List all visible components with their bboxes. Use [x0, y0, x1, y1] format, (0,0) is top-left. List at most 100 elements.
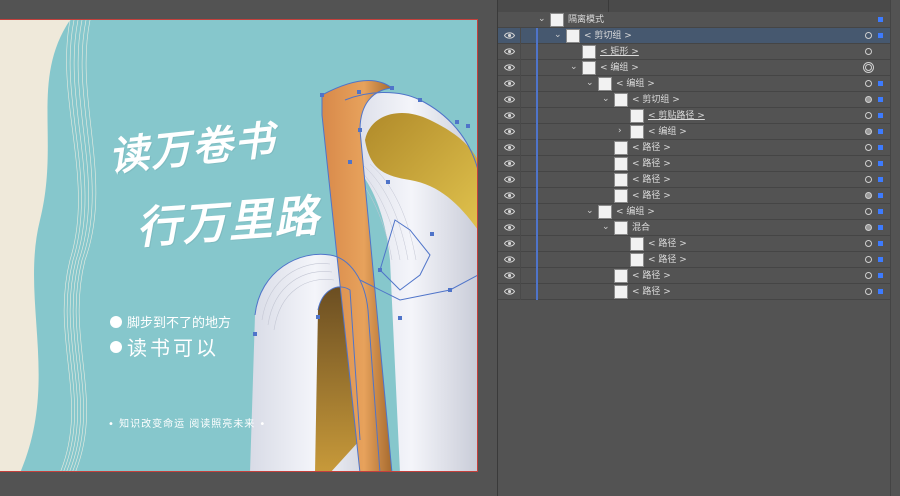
selection-indicator[interactable] — [878, 241, 883, 246]
selection-indicator[interactable] — [878, 33, 883, 38]
selection-indicator[interactable] — [878, 177, 883, 182]
selection-indicator[interactable] — [878, 273, 883, 278]
visibility-eye-icon[interactable] — [504, 63, 515, 72]
lock-toggle[interactable] — [520, 204, 521, 220]
layer-row[interactable]: < 路径 > — [498, 188, 900, 204]
layer-row[interactable]: ⌄ < 编组 > — [498, 76, 900, 92]
visibility-eye-icon[interactable] — [504, 255, 515, 264]
layer-row[interactable]: ⌄ < 剪切组 > — [498, 92, 900, 108]
layer-row[interactable]: ⌄ < 编组 > — [498, 204, 900, 220]
chevron-down-icon[interactable]: ⌄ — [586, 79, 595, 88]
chevron-down-icon[interactable]: ⌄ — [554, 31, 563, 40]
layer-row[interactable]: < 剪贴路径 > — [498, 108, 900, 124]
lock-toggle[interactable] — [520, 236, 521, 252]
target-circle-icon[interactable] — [865, 48, 872, 55]
visibility-eye-icon[interactable] — [504, 191, 515, 200]
layer-row[interactable]: < 路径 > — [498, 236, 900, 252]
visibility-eye-icon[interactable] — [504, 143, 515, 152]
chevron-down-icon[interactable]: ⌄ — [602, 223, 611, 232]
target-circle-icon[interactable] — [865, 64, 872, 71]
layer-row[interactable]: < 路径 > — [498, 156, 900, 172]
visibility-eye-icon[interactable] — [504, 79, 515, 88]
visibility-eye-icon[interactable] — [504, 127, 515, 136]
lock-toggle[interactable] — [520, 108, 521, 124]
target-circle-icon[interactable] — [865, 80, 872, 87]
layer-row[interactable]: ⌄ 隔离模式 — [498, 12, 900, 28]
chevron-down-icon[interactable]: ⌄ — [586, 207, 595, 216]
target-circle-icon[interactable] — [865, 208, 872, 215]
selection-indicator[interactable] — [878, 161, 883, 166]
layer-row[interactable]: < 路径 > — [498, 252, 900, 268]
lock-toggle[interactable] — [520, 76, 521, 92]
target-circle-icon[interactable] — [865, 160, 872, 167]
lock-toggle[interactable] — [520, 220, 521, 236]
lock-toggle[interactable] — [520, 172, 521, 188]
visibility-eye-icon[interactable] — [504, 175, 515, 184]
lock-toggle[interactable] — [520, 28, 521, 44]
panel-scrollbar[interactable] — [890, 0, 900, 496]
target-circle-icon[interactable] — [865, 224, 872, 231]
visibility-eye-icon[interactable] — [504, 287, 515, 296]
layer-row[interactable]: < 路径 > — [498, 172, 900, 188]
visibility-eye-icon[interactable] — [504, 223, 515, 232]
chevron-down-icon[interactable]: ⌄ — [538, 15, 547, 24]
target-circle-icon[interactable] — [865, 288, 872, 295]
layer-row[interactable]: < 矩形 > — [498, 44, 900, 60]
layer-row[interactable]: ⌄ < 编组 > — [498, 60, 900, 76]
layer-name: < 编组 > — [616, 207, 655, 217]
target-circle-icon[interactable] — [865, 144, 872, 151]
chevron-down-icon[interactable]: ⌄ — [602, 95, 611, 104]
visibility-eye-icon[interactable] — [504, 47, 515, 56]
lock-toggle[interactable] — [520, 44, 521, 60]
selection-indicator[interactable] — [878, 17, 883, 22]
target-circle-icon[interactable] — [865, 272, 872, 279]
lock-toggle[interactable] — [520, 188, 521, 204]
lock-toggle[interactable] — [520, 60, 521, 76]
visibility-eye-icon[interactable] — [504, 95, 515, 104]
selection-indicator[interactable] — [878, 289, 883, 294]
lock-toggle[interactable] — [520, 268, 521, 284]
layer-row[interactable]: ⌄ 混合 — [498, 220, 900, 236]
layer-row[interactable]: < 路径 > — [498, 140, 900, 156]
path-icon — [630, 253, 644, 267]
lock-toggle[interactable] — [520, 92, 521, 108]
target-circle-icon[interactable] — [865, 256, 872, 263]
selection-indicator[interactable] — [878, 97, 883, 102]
visibility-eye-icon[interactable] — [504, 239, 515, 248]
selection-indicator[interactable] — [878, 145, 883, 150]
target-circle-icon[interactable] — [865, 192, 872, 199]
selection-indicator[interactable] — [878, 113, 883, 118]
document-canvas[interactable]: 读万卷书 行万里路 脚步到不了的地方 读书可以 • 知识改变命运 阅读照亮未来 … — [0, 0, 497, 496]
target-circle-icon[interactable] — [865, 240, 872, 247]
chevron-right-icon[interactable]: › — [618, 127, 627, 136]
target-circle-icon[interactable] — [865, 128, 872, 135]
visibility-eye-icon[interactable] — [504, 271, 515, 280]
bullet-text-1: 脚步到不了的地方 — [110, 312, 231, 331]
layer-row[interactable]: < 路径 > — [498, 268, 900, 284]
selection-indicator[interactable] — [878, 209, 883, 214]
layer-row[interactable]: ⌄ < 剪切组 > — [498, 28, 900, 44]
target-circle-icon[interactable] — [865, 32, 872, 39]
layer-name: < 路径 > — [632, 175, 671, 185]
visibility-eye-icon[interactable] — [504, 111, 515, 120]
lock-toggle[interactable] — [520, 124, 521, 140]
lock-toggle[interactable] — [520, 284, 521, 300]
lock-toggle[interactable] — [520, 252, 521, 268]
selection-indicator[interactable] — [878, 257, 883, 262]
selection-indicator[interactable] — [878, 193, 883, 198]
layer-row[interactable]: › < 编组 > — [498, 124, 900, 140]
visibility-eye-icon[interactable] — [504, 31, 515, 40]
visibility-eye-icon[interactable] — [504, 207, 515, 216]
selection-indicator[interactable] — [878, 129, 883, 134]
target-circle-icon[interactable] — [865, 96, 872, 103]
layer-row[interactable]: < 路径 > — [498, 284, 900, 300]
visibility-eye-icon[interactable] — [504, 159, 515, 168]
artboard[interactable]: 读万卷书 行万里路 脚步到不了的地方 读书可以 • 知识改变命运 阅读照亮未来 … — [0, 19, 478, 472]
lock-toggle[interactable] — [520, 140, 521, 156]
lock-toggle[interactable] — [520, 156, 521, 172]
selection-indicator[interactable] — [878, 81, 883, 86]
target-circle-icon[interactable] — [865, 112, 872, 119]
selection-indicator[interactable] — [878, 225, 883, 230]
target-circle-icon[interactable] — [865, 176, 872, 183]
chevron-down-icon[interactable]: ⌄ — [570, 63, 579, 72]
